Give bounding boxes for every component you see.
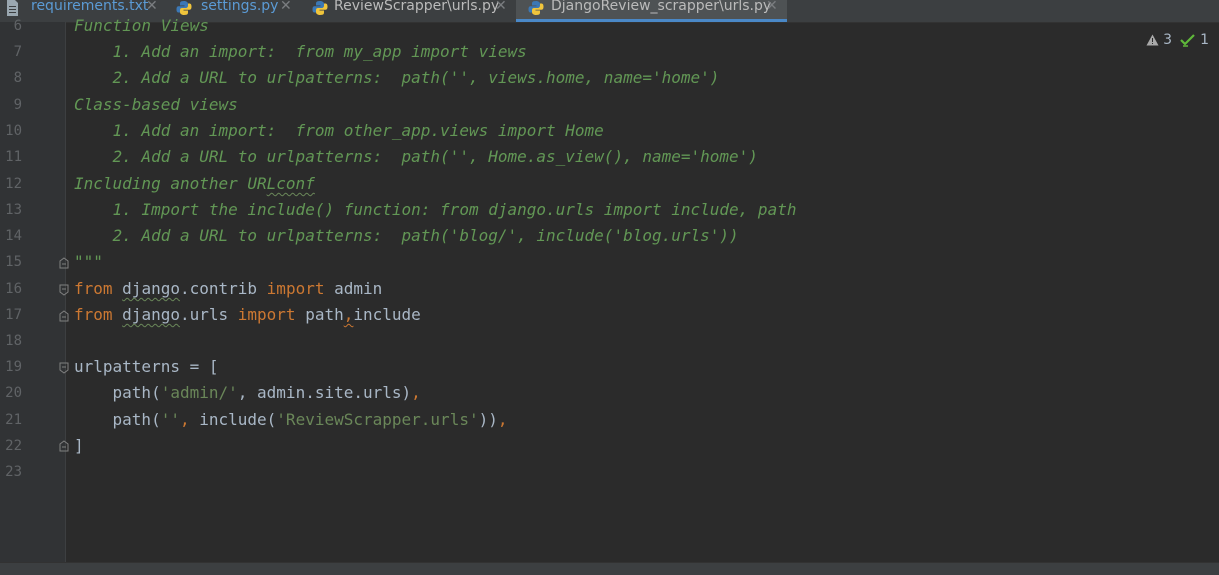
string-literal: 'admin/' — [160, 383, 238, 402]
line-number: 22 — [5, 438, 22, 454]
python-file-icon — [528, 1, 544, 15]
code-text: include — [353, 305, 421, 324]
tab-label: ReviewScrapper\urls.py — [334, 0, 500, 14]
module-name: django — [122, 279, 180, 298]
close-icon[interactable]: ✕ — [766, 0, 778, 14]
code-line-13: 1. Import the include() function: from d… — [74, 200, 797, 219]
line-number: 23 — [5, 464, 22, 480]
code-punctuation: , — [411, 383, 421, 402]
line-number: 19 — [5, 359, 22, 375]
line-number-gutter: 6 7 8 9 10 11 12 13 14 15 16 17 18 19 20… — [0, 18, 69, 562]
code-text: )) — [478, 410, 498, 429]
keyword: import — [237, 305, 296, 324]
warning-icon — [1146, 34, 1159, 46]
code-line-16: from django.contrib import admin — [74, 276, 382, 302]
ok-count: 1 — [1200, 32, 1209, 48]
line-number: 9 — [13, 97, 22, 113]
code-text: .urls — [179, 305, 238, 324]
line-number: 6 — [13, 18, 22, 34]
line-number: 20 — [5, 385, 22, 401]
check-icon — [1180, 34, 1195, 47]
line-number: 21 — [5, 412, 22, 428]
line-number: 15 — [5, 254, 22, 270]
code-text: include( — [199, 410, 277, 429]
code-line-12: Including another URLconf — [74, 171, 315, 197]
string-literal: 'ReviewScrapper.urls' — [276, 410, 479, 429]
code-line-10: 1. Add an import: from other_app.views i… — [74, 121, 604, 140]
tab-djangoreview-scrapper-urls[interactable]: DjangoReview_scrapper\urls.py ✕ — [516, 0, 787, 22]
code-text: Including another UR — [74, 174, 267, 193]
tab-label: requirements.txt — [31, 0, 149, 14]
fold-start-icon[interactable] — [59, 362, 69, 374]
line-number: 14 — [5, 228, 22, 244]
code-line-6: Function Views — [74, 16, 209, 35]
close-icon[interactable]: ✕ — [146, 0, 158, 14]
code-text: .contrib — [179, 279, 267, 298]
code-punctuation: , — [179, 410, 200, 429]
code-text: path( — [74, 383, 161, 402]
python-file-icon — [312, 1, 328, 15]
line-number: 12 — [5, 176, 22, 192]
code-line-20: path('admin/', admin.site.urls), — [74, 380, 421, 406]
close-icon[interactable]: ✕ — [280, 0, 292, 14]
code-punctuation: , — [497, 410, 508, 429]
code-line-17: from django.urls import path,include — [74, 302, 421, 328]
line-number: 16 — [5, 281, 22, 297]
fold-end-icon[interactable] — [59, 310, 69, 322]
code-line-14: 2. Add a URL to urlpatterns: path('blog/… — [74, 226, 739, 245]
typo-highlight: Lconf — [266, 174, 315, 193]
code-line-15: """ — [74, 252, 103, 271]
line-number: 8 — [13, 70, 22, 86]
code-line-11: 2. Add a URL to urlpatterns: path('', Ho… — [74, 147, 758, 166]
line-number: 10 — [5, 123, 22, 139]
code-line-7: 1. Add an import: from my_app import vie… — [74, 42, 527, 61]
code-text: path( — [74, 410, 161, 429]
fold-end-icon[interactable] — [59, 257, 69, 269]
string-literal: '' — [160, 410, 180, 429]
keyword: from — [74, 305, 113, 324]
module-name: django — [122, 305, 180, 324]
code-line-22: ] — [74, 436, 84, 455]
line-number: 11 — [5, 149, 22, 165]
keyword: from — [74, 279, 113, 298]
code-line-8: 2. Add a URL to urlpatterns: path('', vi… — [74, 68, 720, 87]
line-number: 13 — [5, 202, 22, 218]
inspection-widget[interactable]: 3 1 — [1146, 32, 1209, 48]
tab-label: DjangoReview_scrapper\urls.py — [551, 0, 772, 14]
fold-start-icon[interactable] — [59, 284, 69, 296]
tab-reviewscrapper-urls[interactable]: ReviewScrapper\urls.py ✕ — [300, 0, 516, 22]
code-text: , admin.site.urls) — [237, 383, 412, 402]
code-line-9: Class-based views — [74, 95, 238, 114]
code-text: path — [295, 305, 344, 324]
code-line-21: path('', include('ReviewScrapper.urls'))… — [74, 407, 508, 433]
line-number: 17 — [5, 307, 22, 323]
code-text: admin — [324, 279, 383, 298]
code-line-19: urlpatterns = [ — [74, 357, 219, 376]
code-punctuation: , — [343, 305, 354, 324]
tab-label: settings.py — [201, 0, 279, 14]
line-number: 7 — [13, 44, 22, 60]
status-bar — [0, 562, 1219, 575]
warning-count: 3 — [1163, 32, 1173, 48]
code-editor[interactable]: 6 7 8 9 10 11 12 13 14 15 16 17 18 19 20… — [0, 16, 1219, 562]
keyword: import — [266, 279, 325, 298]
close-icon[interactable]: ✕ — [495, 0, 507, 14]
line-number: 18 — [5, 333, 22, 349]
fold-end-icon[interactable] — [59, 440, 69, 452]
